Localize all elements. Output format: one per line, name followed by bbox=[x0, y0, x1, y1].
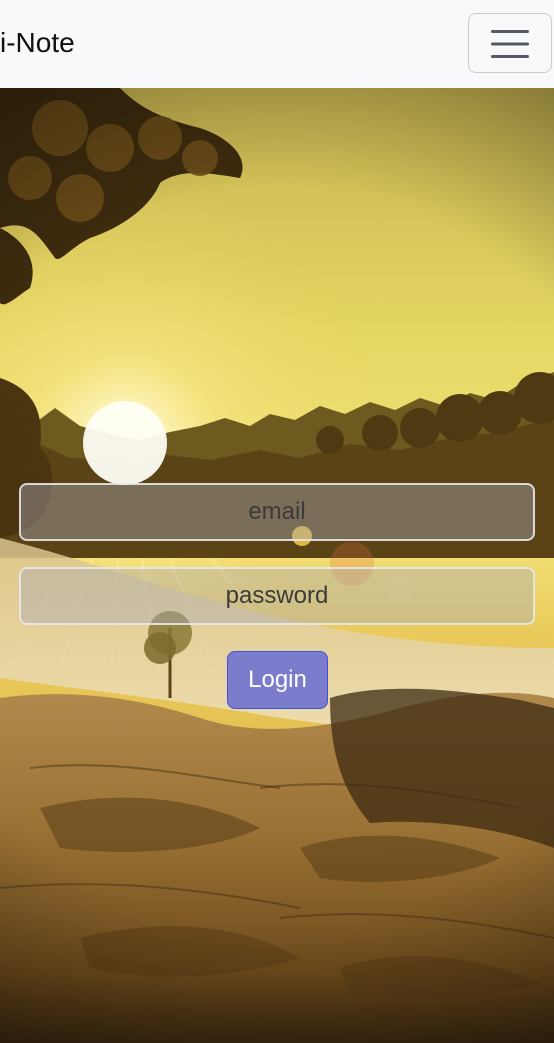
password-input[interactable] bbox=[19, 567, 535, 625]
email-input[interactable] bbox=[19, 483, 535, 541]
brand-logo[interactable]: i-Note bbox=[0, 23, 75, 63]
background-image bbox=[0, 88, 554, 1043]
login-page: i-Note email Login bbox=[0, 0, 554, 1043]
hamburger-menu-icon bbox=[491, 30, 529, 58]
login-button[interactable]: Login bbox=[227, 651, 328, 709]
navbar: i-Note bbox=[0, 0, 554, 88]
navbar-toggler-button[interactable] bbox=[468, 13, 552, 73]
